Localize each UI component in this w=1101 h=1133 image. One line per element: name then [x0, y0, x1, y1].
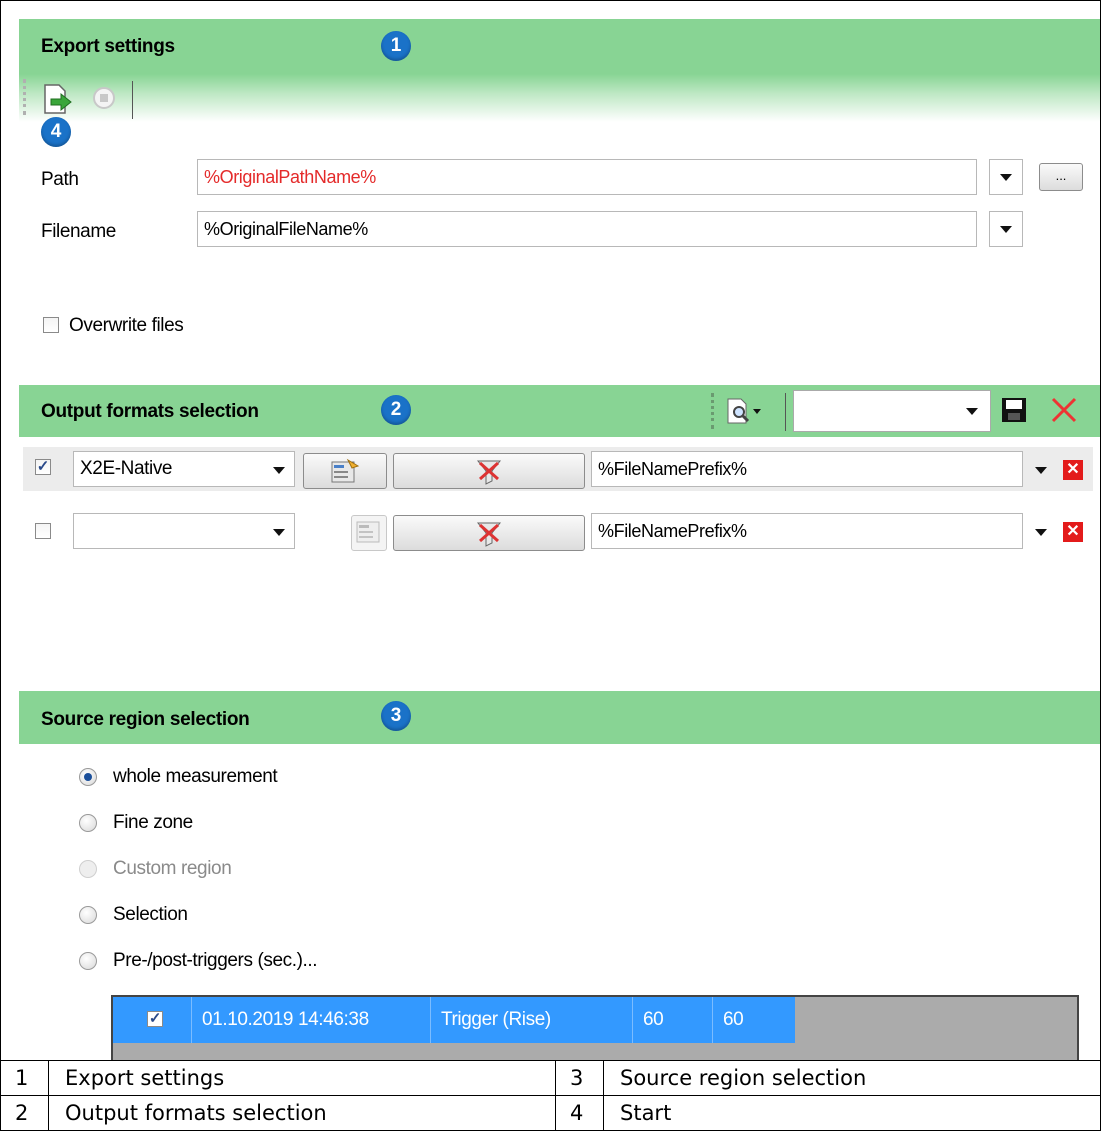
toolbar-grip	[711, 393, 717, 429]
toolbar-grip	[23, 79, 29, 115]
filter-icon	[476, 460, 502, 485]
settings-icon	[356, 521, 380, 543]
path-input[interactable]: %OriginalPathName%	[197, 159, 977, 195]
overwrite-label: Overwrite files	[69, 315, 184, 336]
legend-label: Start	[603, 1095, 1101, 1131]
badge-1: 1	[381, 31, 411, 61]
remove-format-button[interactable]: ✕	[1063, 522, 1083, 542]
legend-num: 3	[555, 1060, 604, 1096]
format-select[interactable]	[73, 513, 295, 549]
export-settings-header: Export settings 1 4	[19, 19, 1100, 147]
legend-row: 1 Export settings 3 Source region select…	[0, 1060, 1101, 1096]
chevron-down-icon[interactable]	[1035, 529, 1047, 536]
export-panel: Export settings 1 4 Path %OriginalPathNa…	[0, 0, 1101, 1061]
source-region-header: Source region selection 3	[19, 691, 1100, 744]
trigger-type: Trigger (Rise)	[431, 997, 633, 1043]
radio-label: Pre-/post-triggers (sec.)...	[113, 950, 318, 971]
legend-table: 1 Export settings 3 Source region select…	[0, 1060, 1101, 1131]
trigger-grid: ✓ 01.10.2019 14:46:38 Trigger (Rise) 60 …	[111, 995, 1079, 1061]
overwrite-checkbox[interactable]	[43, 317, 59, 333]
start-export-button[interactable]	[41, 83, 75, 120]
format-checkbox[interactable]	[35, 523, 51, 539]
format-checkbox[interactable]: ✓	[35, 459, 51, 475]
browse-button[interactable]: ...	[1039, 163, 1083, 191]
chevron-down-icon[interactable]	[1035, 467, 1047, 474]
toolbar-separator	[132, 81, 133, 119]
legend-num: 4	[555, 1095, 604, 1131]
format-select-value: X2E-Native	[80, 458, 173, 479]
legend-label: Source region selection	[603, 1060, 1101, 1096]
badge-2: 2	[381, 395, 411, 425]
chevron-down-icon	[1000, 226, 1012, 233]
stop-icon	[100, 94, 108, 102]
close-icon	[1051, 397, 1077, 423]
filename-dropdown[interactable]	[989, 211, 1023, 247]
chevron-down-icon	[273, 529, 285, 536]
save-preset-button[interactable]	[1001, 397, 1027, 428]
output-formats-header: Output formats selection 2	[19, 385, 1100, 437]
format-select[interactable]: X2E-Native	[73, 451, 295, 487]
radio-selection[interactable]	[79, 906, 97, 924]
format-settings-button[interactable]	[303, 453, 387, 489]
preview-button[interactable]	[725, 397, 765, 430]
path-dropdown[interactable]	[989, 159, 1023, 195]
filename-input[interactable]: %OriginalFileName%	[197, 211, 977, 247]
channel-filter-button[interactable]	[393, 515, 585, 551]
output-formats-title: Output formats selection	[41, 401, 259, 422]
format-settings-button[interactable]	[351, 515, 387, 551]
trigger-pre: 60	[633, 997, 713, 1043]
radio-custom-region	[79, 860, 97, 878]
chevron-down-icon	[966, 408, 978, 415]
stop-button[interactable]	[93, 87, 115, 109]
trigger-date: 01.10.2019 14:46:38	[191, 997, 431, 1043]
radio-label: Custom region	[113, 858, 232, 879]
save-icon	[1002, 398, 1026, 422]
radio-label: Fine zone	[113, 812, 193, 833]
settings-icon	[331, 458, 360, 483]
radio-whole-measurement[interactable]	[79, 768, 97, 786]
legend-row: 2 Output formats selection 4 Start	[0, 1095, 1101, 1131]
table-row[interactable]: ✓ 01.10.2019 14:46:38 Trigger (Rise) 60 …	[113, 997, 795, 1043]
remove-format-button[interactable]: ✕	[1063, 460, 1083, 480]
channel-filter-button[interactable]	[393, 453, 585, 489]
prefix-input[interactable]: %FileNamePrefix%	[591, 513, 1023, 549]
filter-icon	[476, 522, 502, 547]
export-arrow-icon	[44, 84, 72, 114]
preview-icon	[727, 398, 761, 424]
preset-select[interactable]	[793, 390, 991, 432]
legend-num: 1	[0, 1060, 49, 1096]
badge-4: 4	[41, 117, 71, 147]
radio-label: Selection	[113, 904, 188, 925]
radio-label: whole measurement	[113, 766, 278, 787]
chevron-down-icon	[1000, 174, 1012, 181]
chevron-down-icon	[273, 467, 285, 474]
delete-preset-button[interactable]	[1049, 395, 1079, 430]
filename-label: Filename	[41, 221, 116, 242]
badge-3: 3	[381, 701, 411, 731]
path-label: Path	[41, 169, 79, 190]
legend-label: Output formats selection	[48, 1095, 556, 1131]
legend-label: Export settings	[48, 1060, 556, 1096]
trigger-checkbox[interactable]: ✓	[147, 1011, 163, 1027]
legend-num: 2	[0, 1095, 49, 1131]
source-region-title: Source region selection	[41, 709, 250, 730]
prefix-input[interactable]: %FileNamePrefix%	[591, 451, 1023, 487]
export-settings-title: Export settings	[41, 36, 175, 57]
radio-fine-zone[interactable]	[79, 814, 97, 832]
toolbar-separator	[785, 393, 786, 431]
trigger-post: 60	[723, 1009, 744, 1030]
radio-pre-post-triggers[interactable]	[79, 952, 97, 970]
